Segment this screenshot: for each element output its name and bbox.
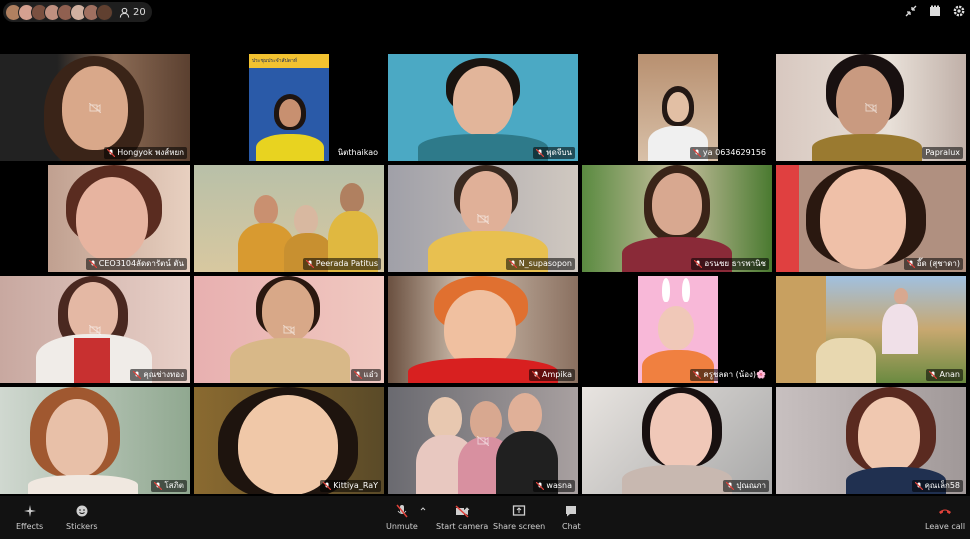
participant-name-tag: Peerada Patitus [302,258,381,270]
participant-name-tag: คุณเล็ก58 [911,480,963,492]
video-tile[interactable]: Papralux [776,54,966,161]
smiley-icon [76,505,88,517]
chevron-up-icon[interactable] [464,506,470,512]
mic-muted-icon [532,371,541,379]
call-toolbar: Effects Stickers Unmute Start camera Sha… [0,496,970,539]
participant-count-value: 20 [133,6,146,18]
video-tile[interactable]: ประชุมประจำสัปดาห์ นิตthaikao [194,54,384,161]
mic-muted-icon [536,482,545,490]
mic-muted-icon [154,482,163,490]
settings-gear-icon[interactable] [952,4,966,18]
participant-name-tag: คุณช่างทอง [130,369,187,381]
chevron-up-icon[interactable] [420,506,426,512]
share-screen-button[interactable]: Share screen [493,504,545,531]
participant-name-tag: โสภิต [151,480,187,492]
mic-muted-icon [305,260,314,268]
mic-muted-icon [508,260,517,268]
participant-name-tag: Anan [926,369,963,381]
camera-off-icon [477,435,489,446]
mic-muted-icon [929,371,938,379]
mic-muted-icon [693,371,702,379]
camera-off-icon [89,324,101,335]
mic-muted-icon [694,260,703,268]
mic-muted-icon [107,149,116,157]
mic-muted-icon [692,149,701,157]
hang-up-icon [939,509,952,514]
video-tile[interactable]: ครูชลดา (น้อง)🌸 [582,276,772,383]
participant-count: 20 [119,7,146,18]
effects-button[interactable]: Effects [16,504,43,531]
top-bar: 20 [0,0,970,24]
video-tile[interactable]: แอ๋ว [194,276,384,383]
mic-muted-icon [906,260,915,268]
video-tile[interactable]: N_supasopon [388,165,578,272]
participant-name-tag: Ampika [529,369,575,381]
mic-muted-icon [396,504,408,518]
video-tile[interactable]: คุณช่างทอง [0,276,190,383]
video-tile-active-speaker[interactable]: ya 0634629156 [582,54,772,161]
video-tile[interactable]: Anan [776,276,966,383]
participants-summary[interactable]: 20 [3,2,152,22]
participant-name-tag: ปุณณภา [723,480,769,492]
participant-name-tag: N_supasopon [505,258,575,270]
video-tile[interactable]: โสภิต [0,387,190,494]
mic-muted-icon [914,482,923,490]
mic-muted-icon [536,149,545,157]
minimize-icon[interactable] [904,4,918,18]
participant-name-tag: Hongyok พงส์หยก [104,147,187,159]
mic-muted-icon [88,260,97,268]
person-icon [119,7,130,18]
start-camera-button[interactable]: Start camera [436,504,488,531]
leave-call-button[interactable]: Leave call [925,504,965,531]
participant-name-tag: อี๊ด (สุชาดา) [903,258,963,270]
chat-bubble-icon [566,506,577,517]
mic-muted-icon [133,371,142,379]
participant-name-tag: นิตthaikao [334,147,381,159]
video-tile[interactable]: ปุณณภา [582,387,772,494]
participant-name-tag: ya 0634629156 [689,147,769,159]
gallery-view-icon[interactable] [928,4,942,18]
video-tile[interactable]: อรนชย ธารพานิช [582,165,772,272]
participant-name-tag: อรนชย ธารพานิช [691,258,769,270]
video-tile[interactable]: Peerada Patitus [194,165,384,272]
meeting-banner: ประชุมประจำสัปดาห์ [252,58,298,64]
mic-muted-icon [726,482,735,490]
camera-off-icon [865,102,877,113]
unmute-button[interactable]: Unmute [386,504,426,531]
camera-off-icon [477,213,489,224]
screen-share-icon [512,505,526,516]
video-tile[interactable]: อี๊ด (สุชาดา) [776,165,966,272]
video-tile[interactable]: CEO3104ลัดดารัตน์ ตัน [0,165,190,272]
mic-muted-icon [353,371,362,379]
participant-name-tag: Kittiya_RaY [320,480,381,492]
participant-name-tag: ครูชลดา (น้อง)🌸 [690,369,769,381]
camera-off-icon [89,102,101,113]
video-tile[interactable]: Hongyok พงส์หยก [0,54,190,161]
video-tile[interactable]: wasna [388,387,578,494]
video-tile[interactable]: Ampika [388,276,578,383]
camera-off-icon [283,324,295,335]
sparkle-icon [23,505,36,517]
participant-name-tag: Papralux [922,147,963,159]
participant-name-tag: แอ๋ว [350,369,381,381]
participant-avatar [96,3,113,21]
participant-name-tag: พุดจีบน [533,147,575,159]
stickers-button[interactable]: Stickers [66,504,98,531]
participant-name-tag: CEO3104ลัดดารัตน์ ตัน [85,258,187,270]
chat-button[interactable]: Chat [562,504,581,531]
video-tile[interactable]: พุดจีบน [388,54,578,161]
video-tile[interactable]: Kittiya_RaY [194,387,384,494]
participant-name-tag: wasna [533,480,575,492]
video-grid: Hongyok พงส์หยก ประชุมประจำสัปดาห์ นิตth… [0,54,970,496]
video-tile[interactable]: คุณเล็ก58 [776,387,966,494]
mic-muted-icon [323,482,332,490]
